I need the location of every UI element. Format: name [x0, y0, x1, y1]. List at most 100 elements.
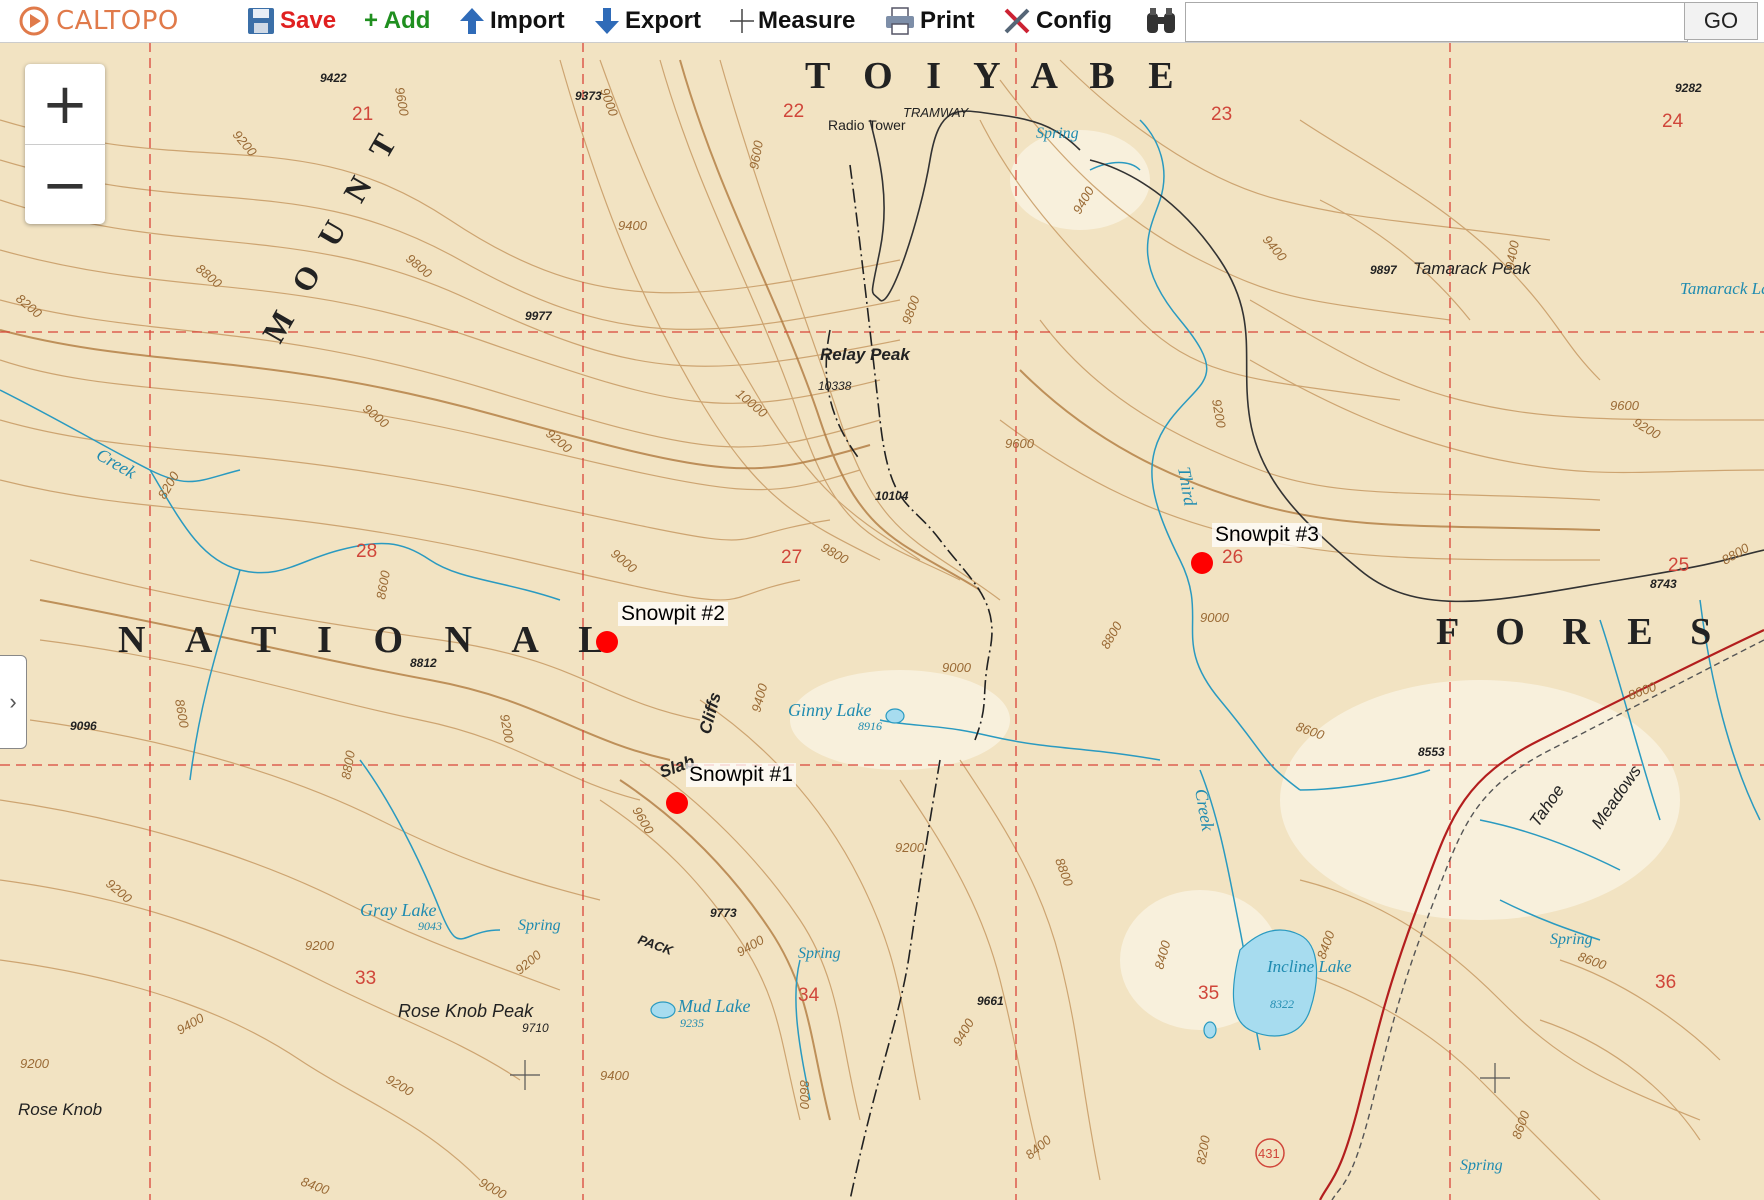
contour-label-9400-h: 9400 — [600, 1068, 630, 1083]
label-ginny-lake: Ginny Lake — [788, 700, 871, 720]
label-elev-9096: 9096 — [70, 719, 97, 733]
section-23: 23 — [1211, 104, 1232, 125]
search-input[interactable] — [1185, 2, 1688, 42]
snowpit-2-marker[interactable] — [596, 631, 618, 653]
export-button[interactable]: Export — [593, 4, 701, 38]
label-tramway: TRAMWAY — [903, 105, 970, 120]
print-label: Print — [920, 7, 975, 34]
section-33: 33 — [355, 968, 376, 989]
config-button[interactable]: Config — [1002, 4, 1112, 38]
section-22: 22 — [783, 101, 804, 122]
region-label-national: N A T I O N A L — [118, 619, 620, 661]
zoom-out-button[interactable]: − — [25, 145, 105, 225]
export-label: Export — [625, 7, 702, 34]
label-elev-9422: 9422 — [320, 71, 347, 85]
contour-label-9200-h: 9200 — [305, 938, 335, 953]
label-mud-elev: 9235 — [680, 1016, 704, 1030]
label-incline-lake: Incline Lake — [1266, 957, 1352, 976]
tools-icon — [1004, 8, 1030, 34]
label-elev-8812: 8812 — [410, 656, 437, 670]
binoculars-icon[interactable] — [1144, 7, 1178, 35]
save-label: Save — [280, 7, 337, 34]
arrow-down-icon — [595, 8, 619, 34]
measure-button[interactable]: Measure — [730, 4, 855, 38]
label-relay-peak: Relay Peak — [820, 345, 911, 364]
save-icon — [248, 8, 274, 34]
chevron-right-icon: › — [9, 689, 17, 714]
go-button[interactable]: GO — [1684, 2, 1758, 40]
label-elev-9661: 9661 — [977, 994, 1004, 1008]
contour-label-9000-d: 9000 — [942, 660, 972, 675]
label-elev-9773: 9773 — [710, 906, 737, 920]
label-mud-lake: Mud Lake — [677, 996, 750, 1016]
snowpit-2-label[interactable]: Snowpit #2 — [618, 602, 728, 626]
label-elev-10104: 10104 — [875, 489, 909, 503]
measure-crosshair-icon — [730, 9, 754, 33]
label-elev-8743: 8743 — [1650, 577, 1677, 591]
section-21: 21 — [352, 104, 373, 125]
snowpit-3-marker[interactable] — [1191, 552, 1213, 574]
label-spring-mid: Spring — [798, 945, 841, 962]
label-rose-knob-peak: Rose Knob Peak — [398, 1001, 534, 1021]
label-rose-knob-elev: 9710 — [522, 1021, 549, 1035]
ginny-lake-shape — [885, 708, 905, 724]
caltopo-logo[interactable]: CALTOPO — [18, 4, 179, 38]
sidebar-toggle[interactable]: › — [0, 655, 27, 749]
label-spring-meadows: Spring — [1550, 931, 1593, 948]
import-label: Import — [490, 7, 565, 34]
section-28: 28 — [356, 541, 377, 562]
label-spring-top: Spring — [1036, 125, 1079, 142]
logo-text: CALTOPO — [56, 6, 179, 36]
label-incline-elev: 8322 — [1270, 997, 1294, 1011]
contour-label-9600-d: 9600 — [1610, 398, 1640, 413]
section-36: 36 — [1655, 972, 1676, 993]
label-elev-8553: 8553 — [1418, 745, 1445, 759]
label-gray-elev: 9043 — [418, 919, 442, 933]
snowpit-1-marker[interactable] — [666, 792, 688, 814]
section-24: 24 — [1662, 111, 1684, 132]
section-25: 25 — [1668, 555, 1689, 576]
label-tamarack-lake: Tamarack Lake — [1680, 279, 1764, 298]
route-431: 431 — [1258, 1146, 1280, 1161]
print-button[interactable]: Print — [884, 4, 975, 38]
contour-label-9200-j: 9200 — [20, 1056, 50, 1071]
label-tamarack-elev: 9897 — [1370, 263, 1398, 277]
region-label-forest: F O R E S — [1436, 611, 1725, 653]
pond-shape — [1203, 1021, 1217, 1039]
contour-label-9200-f: 9200 — [895, 840, 925, 855]
section-26: 26 — [1222, 547, 1243, 568]
contour-label-9000-e: 9000 — [1200, 610, 1230, 625]
region-label-toiyabe: T O I Y A B E — [805, 55, 1186, 97]
label-rose-knob: Rose Knob — [18, 1100, 102, 1119]
label-spring-gray: Spring — [518, 917, 561, 934]
topo-map-canvas[interactable]: T O I Y A B E N A T I O N A L F O R E S … — [0, 42, 1764, 1200]
save-button[interactable]: Save — [246, 4, 336, 38]
mud-lake-shape — [650, 1001, 676, 1019]
snowpit-1-label[interactable]: Snowpit #1 — [686, 763, 796, 787]
snowpit-3-label[interactable]: Snowpit #3 — [1212, 523, 1322, 547]
config-label: Config — [1036, 7, 1112, 34]
incline-lake-shape — [1232, 929, 1318, 1037]
contour-label-8600-e: 8600 — [797, 1080, 812, 1110]
label-spring-bottom: Spring — [1460, 1157, 1503, 1174]
zoom-control: + − — [25, 64, 105, 224]
import-button[interactable]: Import — [458, 4, 565, 38]
label-relay-peak-elev: 10338 — [818, 379, 852, 393]
add-label: + Add — [364, 7, 431, 34]
measure-label: Measure — [758, 7, 856, 34]
caltopo-logo-icon — [19, 6, 49, 36]
contour-label-9400-a: 9400 — [618, 218, 648, 233]
label-gray-lake: Gray Lake — [360, 900, 436, 920]
label-elev-9977: 9977 — [525, 309, 553, 323]
label-radio-tower: Radio Tower — [828, 117, 906, 133]
add-button[interactable]: + Add — [364, 4, 430, 38]
contour-label-9600-c: 9600 — [1005, 436, 1035, 451]
section-27: 27 — [781, 547, 802, 568]
printer-icon — [886, 7, 914, 35]
section-35: 35 — [1198, 983, 1219, 1004]
arrow-up-icon — [460, 8, 484, 34]
zoom-in-button[interactable]: + — [25, 64, 105, 145]
toolbar: CALTOPO Save + Add Import Export Measure — [0, 0, 1764, 43]
topo-map[interactable]: T O I Y A B E N A T I O N A L F O R E S … — [0, 42, 1764, 1200]
section-34: 34 — [798, 985, 820, 1006]
